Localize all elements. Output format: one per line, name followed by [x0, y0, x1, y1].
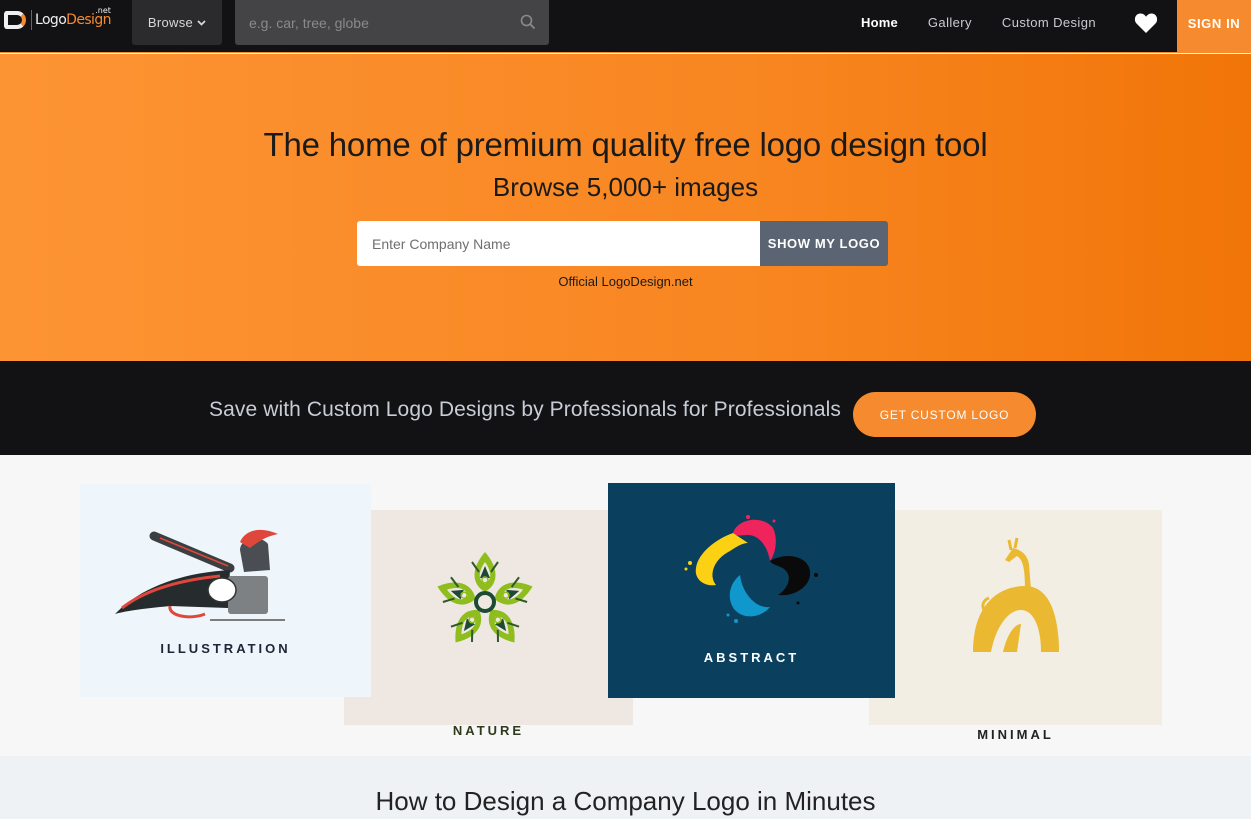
- nav-link-gallery[interactable]: Gallery: [928, 15, 972, 30]
- nav-link-custom-design[interactable]: Custom Design: [1002, 15, 1096, 30]
- chevron-down-icon: [197, 19, 206, 26]
- how-to-title: How to Design a Company Logo in Minutes: [375, 786, 876, 816]
- site-logo[interactable]: LogoDesign .net: [4, 6, 112, 32]
- nature-leaf-mandala-icon: [432, 552, 538, 652]
- logo-divider: [31, 10, 32, 30]
- giraffe-arch-icon: [973, 537, 1059, 652]
- category-label-minimal: MINIMAL: [977, 727, 1054, 742]
- knight-batter-illustration-icon: [115, 529, 285, 621]
- category-card-minimal[interactable]: MINIMAL: [869, 510, 1162, 742]
- get-custom-logo-button[interactable]: GET CUSTOM LOGO: [853, 392, 1036, 437]
- sign-in-button[interactable]: SIGN IN: [1177, 0, 1251, 53]
- cmyk-splash-swirl-icon: [684, 515, 818, 623]
- category-label-abstract: ABSTRACT: [703, 650, 800, 665]
- company-name-form: SHOW MY LOGO: [357, 221, 888, 266]
- logo-text-main: Logo: [35, 12, 67, 28]
- category-label-nature: NATURE: [452, 723, 525, 738]
- hero-note: Official LogoDesign.net: [558, 274, 693, 289]
- logo-tld: .net: [95, 6, 111, 15]
- browse-label: Browse: [147, 15, 194, 30]
- category-card-illustration[interactable]: ILLUSTRATION: [80, 484, 371, 697]
- show-my-logo-button[interactable]: SHOW MY LOGO: [760, 221, 888, 266]
- custom-logo-tagline: Save with Custom Logo Designs by Profess…: [209, 398, 842, 421]
- how-to-section: How to Design a Company Logo in Minutes: [0, 756, 1251, 819]
- category-cards: NATURE ILLUSTRATION MINIMAL ABSTRACT: [0, 455, 1251, 757]
- search-box: [235, 0, 549, 45]
- category-card-nature[interactable]: NATURE: [344, 510, 633, 738]
- top-navbar: LogoDesign .net Browse Home Gallery Cust…: [0, 0, 1251, 53]
- hero-title: The home of premium quality free logo de…: [263, 126, 988, 163]
- search-icon[interactable]: [520, 14, 536, 30]
- custom-logo-banner: Save with Custom Logo Designs by Profess…: [0, 361, 1251, 455]
- browse-dropdown-button[interactable]: Browse: [132, 0, 222, 45]
- category-card-abstract[interactable]: ABSTRACT: [608, 483, 895, 698]
- company-name-input[interactable]: [357, 221, 760, 266]
- hero-subtitle: Browse 5,000+ images: [492, 172, 759, 202]
- main-nav: Home Gallery Custom Design: [848, 0, 1126, 45]
- search-input[interactable]: [235, 0, 505, 45]
- logo-mark-icon: [4, 11, 26, 29]
- category-label-illustration: ILLUSTRATION: [160, 641, 291, 656]
- logo-wordmark: LogoDesign .net: [35, 6, 112, 28]
- heart-icon[interactable]: [1134, 12, 1158, 34]
- nav-link-home[interactable]: Home: [861, 15, 898, 30]
- hero-section: The home of premium quality free logo de…: [0, 54, 1251, 361]
